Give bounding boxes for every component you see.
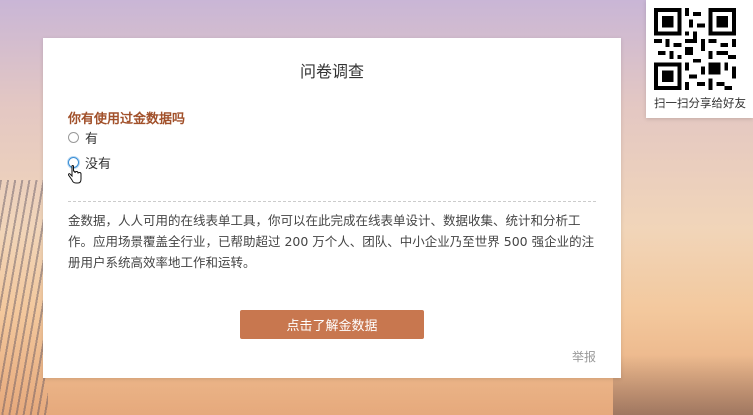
- learn-more-button[interactable]: 点击了解金数据: [240, 310, 424, 339]
- radio-yes[interactable]: [68, 132, 79, 143]
- option-no-label: 没有: [85, 157, 112, 172]
- share-qr-label: 扫一扫分享给好友: [654, 96, 746, 110]
- option-yes[interactable]: 有: [68, 128, 98, 147]
- share-qr-panel: 扫一扫分享给好友: [646, 0, 753, 118]
- survey-title: 问卷调查: [299, 62, 364, 81]
- background-structure: [0, 180, 48, 415]
- qr-code-icon: [654, 8, 736, 90]
- hand-pointer-icon: [67, 164, 82, 188]
- report-link[interactable]: 举报: [572, 348, 596, 365]
- description-text: 金数据，人人可用的在线表单工具，你可以在此完成在线表单设计、数据收集、统计和分析…: [68, 213, 595, 270]
- question-label: 你有使用过金数据吗: [68, 112, 186, 127]
- divider: [68, 201, 596, 202]
- survey-card: 问卷调查 你有使用过金数据吗 有 没有 金数据，人人可用的在线表单工具，你可以在…: [43, 38, 621, 378]
- background-shade: [613, 355, 753, 415]
- option-yes-label: 有: [85, 132, 99, 147]
